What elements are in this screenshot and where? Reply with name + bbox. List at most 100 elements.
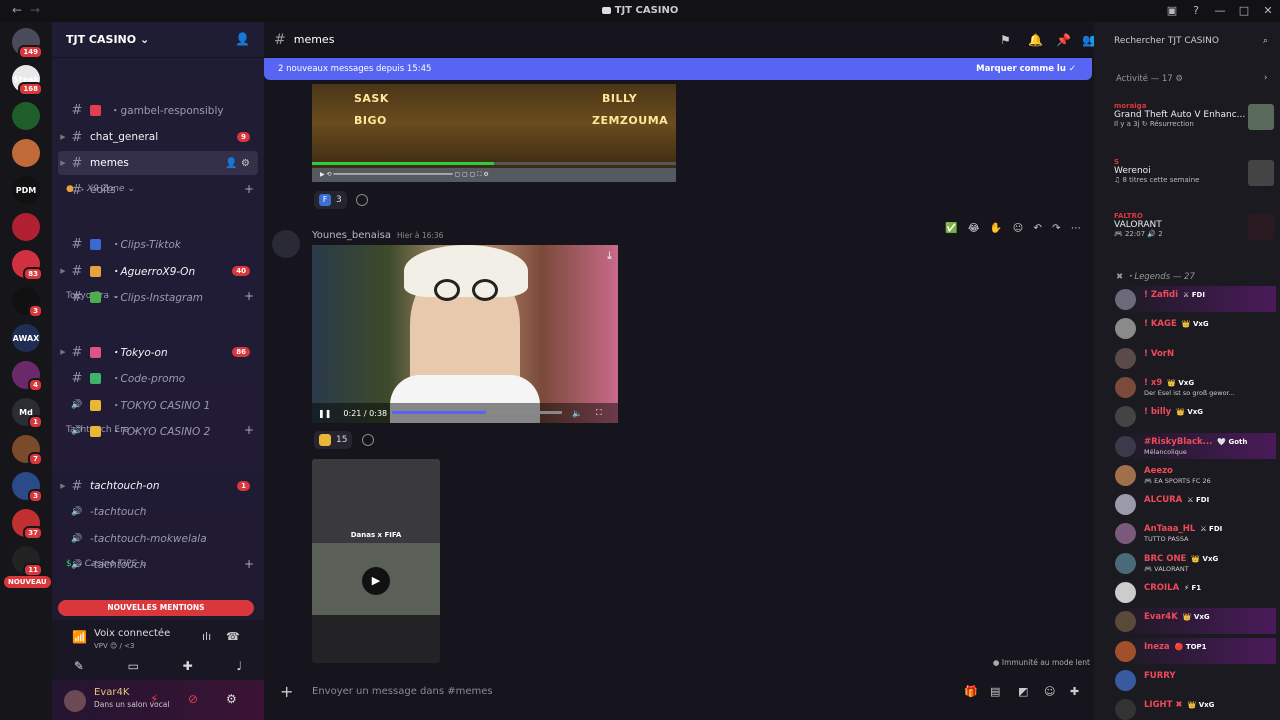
video-progress[interactable] — [312, 162, 676, 165]
new-messages-bar[interactable]: 2 nouveaux messages depuis 15:45 Marquer… — [264, 58, 1092, 80]
server-icon[interactable] — [12, 213, 40, 241]
channel-item[interactable]: 🔊 -tachtouch — [58, 553, 258, 577]
close-button[interactable]: ✕ — [1256, 0, 1280, 22]
mute-icon[interactable]: ⚡ — [150, 692, 158, 706]
member-item[interactable]: BRC ONE 👑 VxG 🎮 VALORANT — [1112, 550, 1276, 576]
server-icon[interactable]: 3 — [12, 287, 43, 318]
attach-icon[interactable]: + — [280, 682, 293, 701]
help-icon[interactable]: ? — [1184, 0, 1208, 22]
mark-read-button[interactable]: Marquer comme lu ✓ — [976, 58, 1076, 80]
add-reaction-icon[interactable]: ☺ — [1013, 223, 1023, 234]
member-item[interactable]: ! KAGE 👑 VxG — [1112, 315, 1276, 341]
minimize-button[interactable]: — — [1208, 0, 1232, 22]
avatar[interactable] — [64, 690, 86, 712]
pin-icon[interactable]: 📌 — [1056, 33, 1071, 47]
play-icon[interactable]: ▶ — [362, 567, 390, 595]
channel-item[interactable]: ▶ # tachtouch-on 1 — [58, 474, 258, 498]
channel-item[interactable]: # ・Clips-Tiktok — [58, 232, 258, 256]
channel-item[interactable]: ▶ # chat_general 9 — [58, 125, 258, 149]
message-input[interactable]: Envoyer un message dans #memes — [312, 686, 493, 697]
server-icon[interactable]: 4 — [12, 361, 43, 392]
member-item[interactable]: ! Zafidi ⚔ FDI — [1112, 286, 1276, 312]
fullscreen-icon[interactable]: ⛶ — [596, 408, 602, 418]
member-item[interactable]: LIGHT ✖ 👑 VxG — [1112, 696, 1276, 720]
gif-icon[interactable]: ▤ — [990, 685, 1000, 698]
apps-icon[interactable]: ✚ — [1070, 685, 1079, 698]
laugh-reaction-icon[interactable]: 😂 — [968, 223, 980, 234]
soundboard-button-icon[interactable]: ♩ — [236, 659, 242, 673]
member-item[interactable]: #RiskyBlack... 🤍 Goth Mélancolique — [1112, 432, 1276, 459]
maximize-button[interactable]: □ — [1232, 0, 1256, 22]
reaction[interactable]: F3 — [314, 191, 347, 209]
search-bar[interactable]: Rechercher TJT CASINO ⌕ — [1102, 30, 1274, 52]
channel-item[interactable]: ▶ # ・AguerroX9-On 40 — [58, 259, 258, 283]
forward-icon[interactable]: ↷ — [1052, 223, 1060, 234]
settings-icon[interactable]: ⚙ — [226, 692, 237, 706]
volume-icon[interactable]: 🔈 — [572, 409, 582, 418]
channel-item[interactable]: 🔊 -tachtouch — [58, 500, 258, 524]
pause-icon[interactable]: ❚❚ — [318, 409, 331, 418]
deafen-icon[interactable]: ⊘ — [188, 692, 198, 706]
activity-item[interactable]: moraiga Grand Theft Auto V Enhanc... Il y … — [1114, 102, 1274, 130]
server-icon[interactable]: AWAX — [12, 324, 40, 352]
reply-icon[interactable]: ↶ — [1033, 223, 1041, 234]
member-item[interactable]: ! billy 👑 VxG — [1112, 403, 1276, 429]
chevron-right-icon[interactable]: › — [1264, 73, 1267, 83]
channel-item[interactable]: # ・Code-promo — [58, 366, 258, 390]
member-item[interactable]: Aeezo 🎮 EA SPORTS FC 26 — [1112, 462, 1276, 488]
server-icon[interactable]: 3 — [12, 472, 43, 503]
server-icon[interactable]: 7 — [12, 435, 43, 466]
guild-header[interactable]: TJT CASINO ⌄ 👤 — [52, 22, 264, 58]
add-reaction-icon[interactable] — [356, 194, 368, 206]
more-icon[interactable]: ⋯ — [1071, 223, 1081, 234]
soundboard-icon[interactable]: ılı — [202, 630, 211, 643]
reaction[interactable]: 15 — [314, 431, 353, 449]
channel-item[interactable]: 🔊 -tachtouch-mokwelala — [58, 527, 258, 551]
channel-item[interactable]: 🔊 ・TOKYO CASINO 1 — [58, 393, 258, 417]
video-embed-1[interactable]: SASK BIGO BILLY ZEMZOUMA ▶ ⟲ ━━━━━━━━━━━… — [312, 84, 676, 182]
check-reaction-icon[interactable]: ✅ — [945, 223, 957, 234]
channel-item[interactable]: # ・Clips-Instagram — [58, 285, 258, 309]
member-item[interactable]: ! x9 👑 VxG Der Esel ist so groß gewor... — [1112, 374, 1276, 400]
disconnect-icon[interactable]: ☎ — [226, 630, 240, 643]
emoji-icon[interactable]: ☺ — [1044, 685, 1055, 698]
gift-icon[interactable]: 🎁 — [964, 685, 978, 698]
member-item[interactable]: AnTaaa_HL ⚔ FDI TUTTO PASSA — [1112, 520, 1276, 546]
server-icon[interactable]: 149 — [12, 28, 43, 59]
activities-icon[interactable]: ✚ — [183, 659, 193, 673]
voice-status[interactable]: Voix connectée — [94, 628, 170, 639]
server-icon[interactable]: 11 — [12, 546, 43, 577]
invite-icon[interactable]: 👤 — [235, 32, 250, 46]
video-controls[interactable]: ▶ ⟲ ━━━━━━━━━━━━━━━━━━━━━━━━━━━━━━━━━ ▢ … — [312, 168, 676, 182]
video-embed-2[interactable]: ⤓ ❚❚ 0:21 / 0:38 🔈 ⛶ — [312, 245, 618, 423]
server-icon[interactable] — [12, 139, 40, 167]
member-item[interactable]: ALCURA ⚔ FDI — [1112, 491, 1276, 517]
channel-item[interactable]: # edits — [58, 178, 258, 202]
channel-item[interactable]: ▶ # ・Tokyo-on 86 — [58, 340, 258, 364]
channel-item[interactable]: 🔊 ・TOKYO CASINO 2 — [58, 419, 258, 443]
download-icon[interactable]: ⤓ — [607, 249, 612, 263]
activity-item[interactable]: S Werenoi ♫ 8 titres cette semaine — [1114, 158, 1274, 186]
video-progress[interactable] — [392, 411, 562, 414]
sticker-icon[interactable]: ◩ — [1018, 685, 1028, 698]
member-item[interactable]: ! VorN — [1112, 345, 1276, 371]
add-reaction-icon[interactable] — [362, 434, 374, 446]
screen-share-icon[interactable]: ▭ — [128, 659, 139, 673]
server-icon[interactable]: Steak 168 — [12, 65, 43, 96]
server-icon[interactable]: PDM — [12, 176, 40, 204]
avatar[interactable] — [272, 230, 300, 258]
threads-icon[interactable]: ⚑ — [1000, 33, 1011, 47]
new-mentions-banner[interactable]: NOUVELLES MENTIONS — [58, 600, 254, 616]
channel-settings-icon[interactable]: 👤 ⚙ — [225, 158, 250, 169]
server-icon[interactable] — [12, 102, 40, 130]
search-input[interactable]: Rechercher TJT CASINO — [1114, 36, 1219, 46]
server-icon[interactable]: Md 1 — [12, 398, 43, 429]
pray-reaction-icon[interactable]: ✋ — [990, 223, 1002, 234]
channel-item[interactable]: ▶ # memes 👤 ⚙ — [58, 151, 258, 175]
member-item[interactable]: Evar4K 👑 VxG — [1112, 608, 1276, 635]
server-icon[interactable]: 37 — [12, 509, 43, 540]
member-item[interactable]: Ineza 🔴 TOP1 — [1112, 637, 1276, 664]
camera-icon[interactable]: ✎ — [74, 659, 84, 673]
voice-channel[interactable]: VPV 😊 / <3 — [94, 642, 134, 650]
server-icon[interactable]: 83 — [12, 250, 43, 281]
